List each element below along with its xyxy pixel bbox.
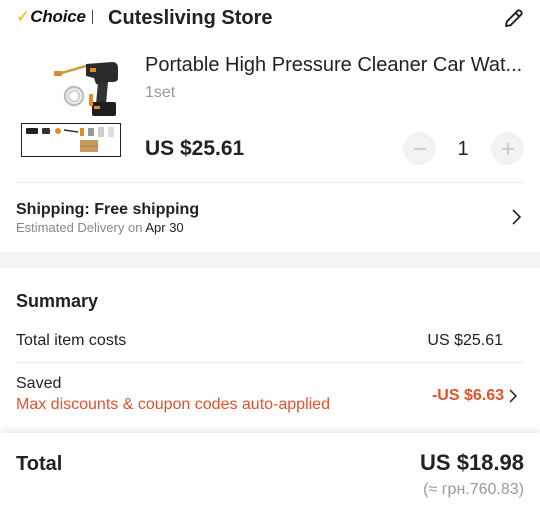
total-bar: Total US $18.98 (≈ грн.760.83) (0, 433, 540, 508)
shipping-row[interactable]: Shipping: Free shipping Estimated Delive… (0, 190, 540, 248)
quantity-value: 1 (457, 138, 469, 160)
total-label: Total (16, 453, 63, 475)
summary-title: Summary (16, 291, 99, 311)
choice-label: Choice (30, 7, 86, 26)
delivery-date: Apr 30 (145, 220, 184, 235)
store-name[interactable]: Cutesliving Store (108, 6, 272, 30)
product-title[interactable]: Portable High Pressure Cleaner Car Wat..… (145, 52, 525, 78)
pressure-washer-gun-image[interactable] (46, 54, 126, 128)
saved-label: Saved (16, 375, 62, 392)
item-costs-label: Total item costs (16, 332, 127, 349)
chevron-right-icon[interactable] (506, 387, 520, 405)
quantity-decrease-button[interactable] (403, 132, 436, 165)
total-local-currency: (≈ грн.760.83) (423, 481, 524, 498)
product-price: US $25.61 (145, 137, 245, 160)
section-separator (0, 252, 540, 268)
delivery-estimate: Estimated Delivery on Apr 30 (16, 220, 184, 236)
quantity-increase-button[interactable] (491, 132, 524, 165)
product-variant[interactable]: 1set (145, 83, 175, 103)
store-header: ✓ Choice Cutesliving Store (0, 0, 540, 36)
pencil-icon[interactable] (502, 6, 526, 30)
plus-icon (501, 142, 514, 155)
product-card: Portable High Pressure Cleaner Car Wat..… (0, 46, 540, 182)
total-value: US $18.98 (420, 450, 524, 475)
choice-badge: ✓ Choice (16, 8, 93, 26)
chevron-right-icon[interactable] (508, 208, 524, 226)
accessories-thumbnail-image[interactable] (21, 123, 121, 157)
minus-icon (413, 147, 426, 150)
choice-check-icon: ✓ (16, 7, 31, 26)
item-costs-value: US $25.61 (427, 332, 503, 349)
divider (16, 182, 524, 183)
choice-divider (91, 10, 93, 24)
saved-value[interactable]: -US $6.63 (432, 386, 504, 406)
delivery-estimate-prefix: Estimated Delivery on (16, 220, 143, 235)
shipping-title: Shipping: Free shipping (16, 201, 200, 218)
saved-description: Max discounts & coupon codes auto-applie… (16, 396, 330, 413)
divider (16, 362, 524, 363)
